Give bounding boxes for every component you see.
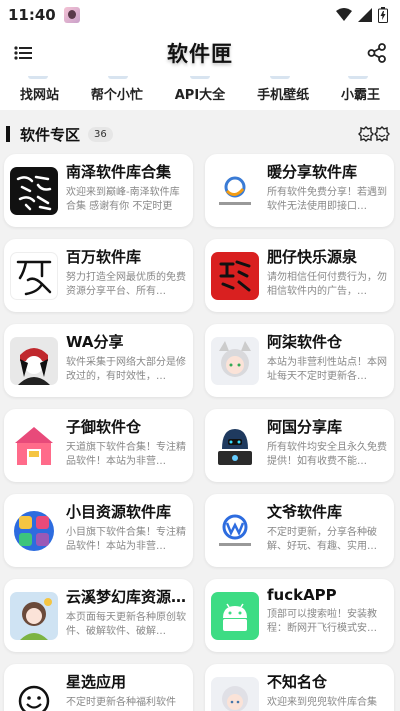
software-card[interactable]: 小目资源软件库 小目旗下软件合集！专注精品软件！本站为非营… xyxy=(4,494,193,567)
card-name: 南泽软件库合集 xyxy=(66,163,172,181)
card-description: 本站为非营利性站点！本网址每天不定时更新各… xyxy=(267,357,387,382)
category-bar: 找网站 帮个小忙 API大全 手机壁纸 小霸王 xyxy=(0,76,400,110)
share-icon[interactable] xyxy=(366,42,388,64)
avatar-icon xyxy=(10,337,58,385)
card-name: 小目资源软件库 xyxy=(66,503,172,521)
hacker-icon xyxy=(211,422,259,470)
category-find-website[interactable]: 找网站 xyxy=(20,84,59,103)
double-smiley-icon[interactable] xyxy=(358,125,390,143)
software-card[interactable]: 文爷软件库 不定时更新，分享各种破解、好玩、有趣、实用… xyxy=(205,494,394,567)
category-api[interactable]: API大全 xyxy=(175,84,225,103)
card-description: 天道旗下软件合集！专注精品软件！本站为非营… xyxy=(66,442,186,467)
card-description: 本页面每天更新各种原创软件、破解软件、破解… xyxy=(66,612,186,637)
card-description: 所有软件均安全且永久免费提供！如有收费不能… xyxy=(267,442,387,467)
card-description: 不定时更新各种福利软件 xyxy=(66,697,176,708)
software-card[interactable]: 云溪梦幻库资源... 本页面每天更新各种原创软件、破解软件、破解… xyxy=(4,579,193,652)
software-card[interactable]: 肥仔快乐源泉 请勿相信任何付费行为，勿相信软件内的广告，… xyxy=(205,239,394,312)
wifi-icon xyxy=(336,8,352,21)
anime-avatar-icon xyxy=(211,677,259,711)
calligraphy-icon xyxy=(10,167,58,215)
card-name: 暖分享软件库 xyxy=(267,163,358,181)
software-card[interactable]: 阿国分享库 所有软件均安全且永久免费提供！如有收费不能… xyxy=(205,409,394,482)
card-description: 不定时更新，分享各种破解、好玩、有趣、实用… xyxy=(267,527,377,552)
category-indicator xyxy=(190,76,210,79)
card-description: 请勿相信任何付费行为，勿相信软件内的广告，… xyxy=(267,272,387,297)
card-name: 百万软件库 xyxy=(66,248,142,266)
logo-icon xyxy=(211,507,259,555)
software-card[interactable]: fuckAPP 顶部可以搜索啦！安装教程：断网开飞行模式安… xyxy=(205,579,394,652)
card-name: 肥仔快乐源泉 xyxy=(267,248,358,266)
store-icon xyxy=(10,422,58,470)
smiley-icon xyxy=(10,677,58,711)
card-description: 顶部可以搜索啦！安装教程：断网开飞行模式安… xyxy=(267,609,377,634)
software-card[interactable]: WA分享 软件采集于网络大部分是修改过的，有时效性，… xyxy=(4,324,193,397)
card-name: 不知名仓 xyxy=(267,673,328,691)
anime-avatar-icon xyxy=(10,592,58,640)
card-name: 阿国分享库 xyxy=(267,418,343,436)
calligraphy-icon xyxy=(10,252,58,300)
logo-icon xyxy=(211,167,259,215)
app-bar: 软件匣 xyxy=(0,30,400,76)
status-bar: 11:40 xyxy=(0,0,400,30)
menu-icon[interactable] xyxy=(12,42,34,64)
category-help[interactable]: 帮个小忙 xyxy=(91,84,143,103)
card-description: 所有软件免费分享！若遇到软件无法使用即接口… xyxy=(267,187,387,212)
section-header: 软件专区 36 xyxy=(0,114,400,154)
card-description: 欢迎来到巅峰-南泽软件库合集 感谢有你 不定时更新… xyxy=(66,187,180,212)
status-time: 11:40 xyxy=(8,6,56,24)
card-description: 努力打造全网最优质的免费资源分享平台、所有… xyxy=(66,272,186,297)
category-indicator xyxy=(348,76,368,79)
software-card[interactable]: 子御软件仓 天道旗下软件合集！专注精品软件！本站为非营… xyxy=(4,409,193,482)
card-name: fuckAPP xyxy=(267,586,337,604)
category-indicator xyxy=(108,76,128,79)
card-name: 子御软件仓 xyxy=(66,418,142,436)
card-name: 文爷软件库 xyxy=(267,503,343,521)
app-title: 软件匣 xyxy=(167,42,233,66)
software-card[interactable]: 不知名仓 欢迎来到兜兜软件库合集 xyxy=(205,664,394,711)
section-count-badge: 36 xyxy=(88,126,113,142)
section-title: 软件专区 xyxy=(20,125,81,144)
card-description: 软件采集于网络大部分是修改过的，有时效性，… xyxy=(66,357,186,382)
category-indicator xyxy=(28,76,48,79)
seal-icon xyxy=(211,252,259,300)
category-wallpaper[interactable]: 手机壁纸 xyxy=(257,84,309,103)
software-card[interactable]: 暖分享软件库 所有软件免费分享！若遇到软件无法使用即接口… xyxy=(205,154,394,227)
anime-avatar-icon xyxy=(211,337,259,385)
card-name: 阿柒软件仓 xyxy=(267,333,343,351)
card-description: 欢迎来到兜兜软件库合集 xyxy=(267,697,377,708)
android-icon xyxy=(211,592,259,640)
category-indicator xyxy=(270,76,290,79)
software-card[interactable]: 星选应用 不定时更新各种福利软件 xyxy=(4,664,193,711)
card-name: 云溪梦幻库资源... xyxy=(66,588,187,606)
card-description: 小目旗下软件合集！专注精品软件！本站为非营… xyxy=(66,527,186,552)
signal-icon xyxy=(358,8,372,22)
section-marker xyxy=(6,126,10,142)
category-xiaobawang[interactable]: 小霸王 xyxy=(341,84,380,103)
status-icons xyxy=(336,7,388,23)
apps-icon xyxy=(10,507,58,555)
software-card[interactable]: 南泽软件库合集 欢迎来到巅峰-南泽软件库合集 感谢有你 不定时更新… xyxy=(4,154,193,227)
software-card[interactable]: 阿柒软件仓 本站为非营利性站点！本网址每天不定时更新各… xyxy=(205,324,394,397)
card-name: WA分享 xyxy=(66,333,124,351)
software-grid: 南泽软件库合集 欢迎来到巅峰-南泽软件库合集 感谢有你 不定时更新… 暖分享软件… xyxy=(0,154,400,711)
notification-avatar-icon xyxy=(63,7,80,23)
card-name: 星选应用 xyxy=(66,673,127,691)
software-card[interactable]: 百万软件库 努力打造全网最优质的免费资源分享平台、所有… xyxy=(4,239,193,312)
battery-icon xyxy=(378,7,388,23)
